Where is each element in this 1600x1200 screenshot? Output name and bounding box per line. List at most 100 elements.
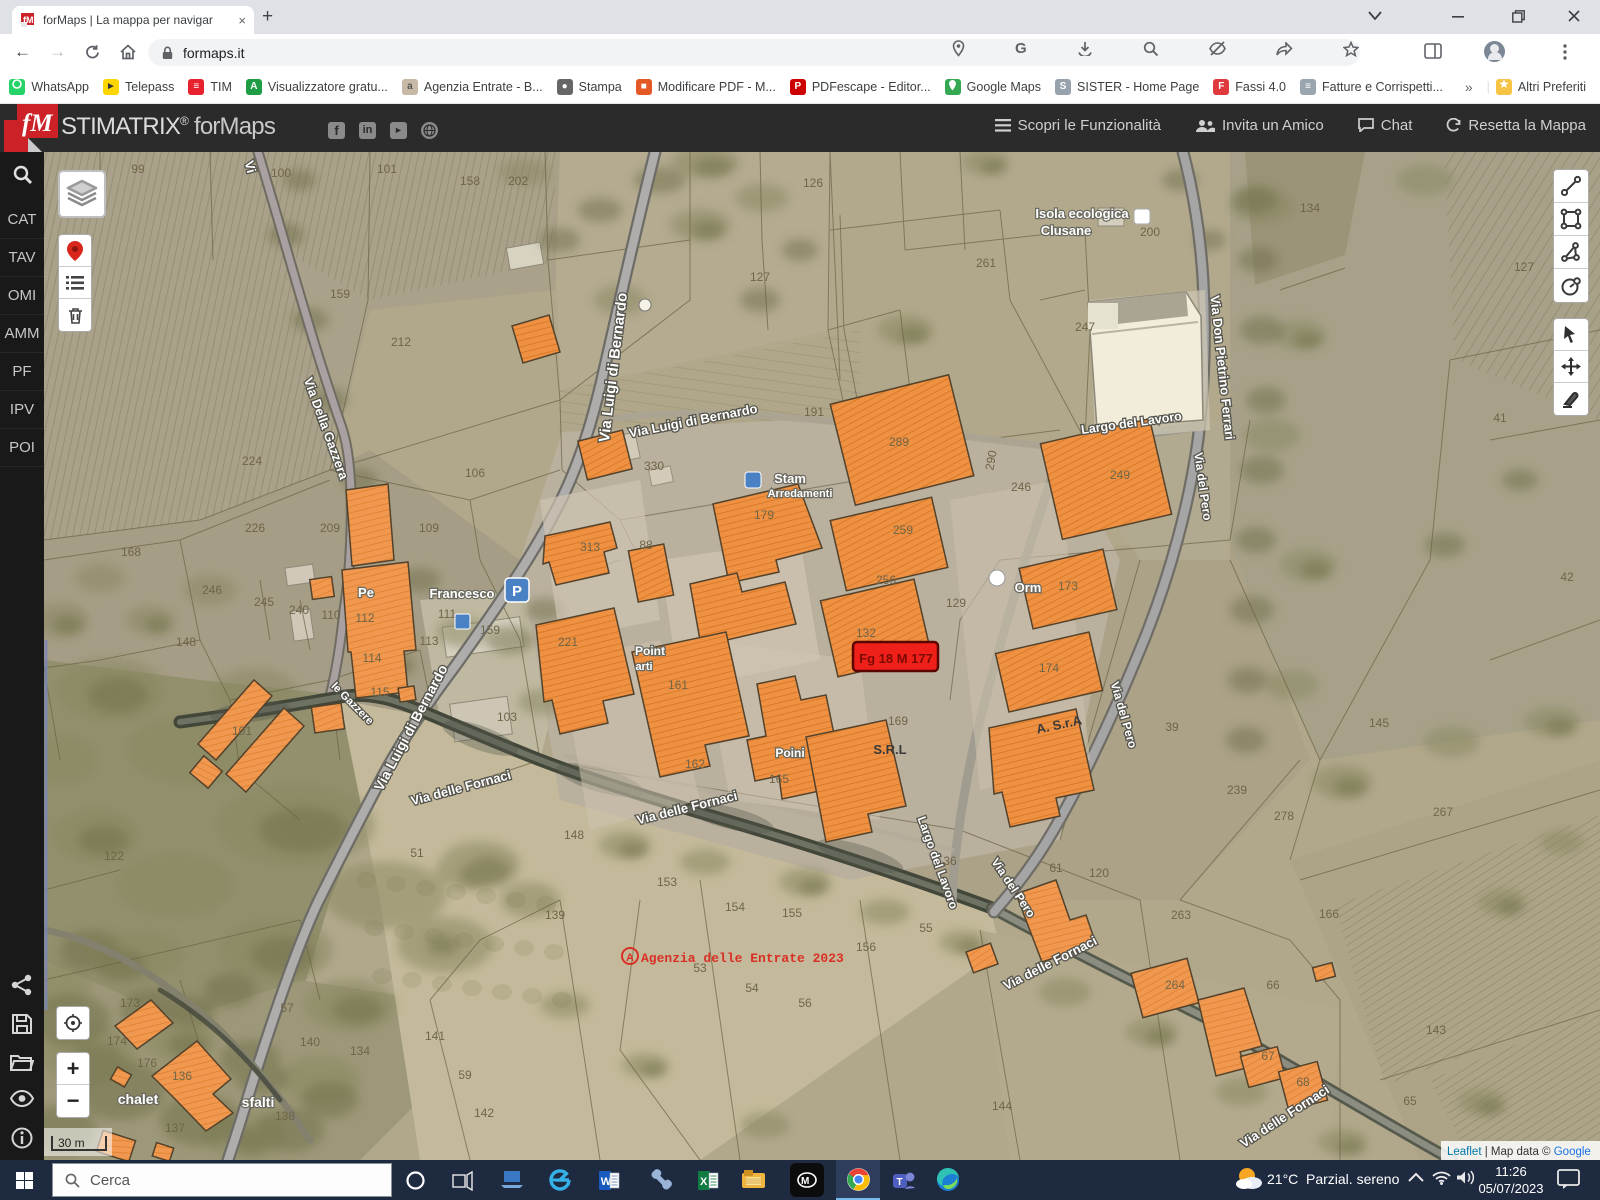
svg-text:111: 111 — [438, 607, 457, 621]
svg-text:Isola ecologica: Isola ecologica — [1035, 206, 1129, 221]
svg-text:Poini: Poini — [775, 746, 804, 760]
svg-text:Francesco: Francesco — [429, 586, 494, 601]
svg-text:263: 263 — [1171, 908, 1191, 922]
svg-text:289: 289 — [889, 435, 909, 449]
svg-text:240: 240 — [289, 603, 309, 617]
svg-text:142: 142 — [474, 1106, 494, 1120]
svg-text:A: A — [626, 952, 634, 964]
svg-text:143: 143 — [1426, 1023, 1446, 1037]
svg-text:Stam: Stam — [774, 471, 806, 486]
svg-text:330: 330 — [644, 459, 664, 473]
svg-text:148: 148 — [564, 828, 584, 842]
svg-text:42: 42 — [1560, 570, 1574, 584]
svg-text:141: 141 — [425, 1029, 445, 1043]
svg-text:239: 239 — [1227, 783, 1247, 797]
svg-text:X: X — [700, 1176, 708, 1188]
svg-text:221: 221 — [558, 635, 578, 649]
svg-text:144: 144 — [992, 1099, 1012, 1113]
svg-text:174: 174 — [1039, 661, 1059, 675]
svg-text:88: 88 — [639, 538, 653, 552]
svg-text:Leaflet | Map data © Google: Leaflet | Map data © Google — [1447, 1146, 1591, 1158]
svg-text:61: 61 — [1049, 861, 1063, 875]
svg-text:65: 65 — [1403, 1094, 1417, 1108]
svg-text:112: 112 — [355, 611, 374, 625]
svg-text:chalet: chalet — [118, 1091, 159, 1107]
svg-text:226: 226 — [245, 521, 265, 535]
svg-text:169: 169 — [888, 714, 908, 728]
svg-text:245: 245 — [254, 595, 274, 609]
svg-text:313: 313 — [580, 540, 600, 554]
svg-text:100: 100 — [271, 166, 291, 180]
svg-text:fM: fM — [23, 15, 34, 25]
svg-text:66: 66 — [1266, 978, 1280, 992]
svg-text:Pe: Pe — [358, 585, 374, 600]
svg-text:176: 176 — [137, 1056, 157, 1070]
svg-text:113: 113 — [419, 634, 438, 648]
svg-text:114: 114 — [362, 651, 381, 665]
svg-text:110: 110 — [321, 608, 340, 622]
svg-text:173: 173 — [1058, 579, 1078, 593]
svg-text:54: 54 — [745, 981, 759, 995]
svg-text:161: 161 — [668, 678, 688, 692]
svg-text:103: 103 — [497, 710, 517, 724]
svg-text:arti: arti — [635, 661, 652, 673]
svg-text:200: 200 — [1140, 225, 1160, 239]
svg-text:Orm: Orm — [1015, 580, 1042, 595]
svg-text:67: 67 — [1261, 1049, 1275, 1063]
svg-text:109: 109 — [419, 521, 439, 535]
svg-text:155: 155 — [782, 906, 802, 920]
svg-text:126: 126 — [803, 176, 823, 190]
svg-text:55: 55 — [919, 921, 933, 935]
svg-text:139: 139 — [545, 908, 565, 922]
svg-text:256: 256 — [876, 573, 896, 587]
svg-text:209: 209 — [320, 521, 340, 535]
svg-text:Point: Point — [635, 644, 665, 658]
svg-text:173: 173 — [120, 996, 140, 1010]
svg-text:56: 56 — [798, 996, 812, 1010]
svg-text:127: 127 — [750, 270, 770, 284]
svg-text:30 m: 30 m — [58, 1136, 85, 1150]
svg-text:68: 68 — [1296, 1075, 1310, 1089]
svg-text:sfalti: sfalti — [242, 1094, 275, 1110]
svg-text:127: 127 — [1514, 260, 1534, 274]
svg-text:122: 122 — [104, 849, 124, 863]
svg-text:212: 212 — [391, 335, 411, 349]
svg-text:138: 138 — [275, 1109, 295, 1123]
svg-text:M: M — [801, 1176, 809, 1187]
svg-text:246: 246 — [1011, 480, 1031, 494]
svg-text:202: 202 — [508, 174, 528, 188]
svg-text:148: 148 — [176, 635, 196, 649]
svg-text:166: 166 — [1319, 907, 1339, 921]
svg-text:106: 106 — [465, 466, 485, 480]
svg-text:224: 224 — [242, 454, 262, 468]
svg-text:P: P — [512, 583, 522, 600]
svg-text:Fg 18 M 177: Fg 18 M 177 — [859, 651, 933, 666]
svg-text:159: 159 — [330, 287, 350, 301]
svg-text:51: 51 — [410, 846, 424, 860]
svg-text:159: 159 — [480, 623, 500, 637]
svg-text:179: 179 — [754, 508, 774, 522]
svg-text:158: 158 — [460, 174, 480, 188]
svg-text:101: 101 — [377, 162, 397, 176]
svg-text:145: 145 — [1369, 716, 1389, 730]
svg-text:Clusane: Clusane — [1041, 223, 1092, 238]
svg-text:57: 57 — [280, 1001, 294, 1015]
svg-text:101: 101 — [232, 724, 252, 738]
svg-text:165: 165 — [769, 772, 789, 786]
svg-text:247: 247 — [1075, 320, 1095, 334]
svg-text:267: 267 — [1433, 805, 1453, 819]
svg-text:134: 134 — [350, 1044, 370, 1058]
svg-text:129: 129 — [946, 596, 966, 610]
svg-text:156: 156 — [856, 940, 876, 954]
svg-text:249: 249 — [1110, 468, 1130, 482]
svg-text:278: 278 — [1274, 809, 1294, 823]
svg-text:154: 154 — [725, 900, 745, 914]
svg-text:41: 41 — [1493, 411, 1507, 425]
svg-text:99: 99 — [131, 162, 145, 176]
svg-text:115: 115 — [370, 685, 389, 699]
svg-text:T: T — [896, 1177, 902, 1188]
svg-text:153: 153 — [657, 875, 677, 889]
svg-text:259: 259 — [893, 523, 913, 537]
svg-text:168: 168 — [121, 545, 141, 559]
svg-text:261: 261 — [976, 256, 996, 270]
